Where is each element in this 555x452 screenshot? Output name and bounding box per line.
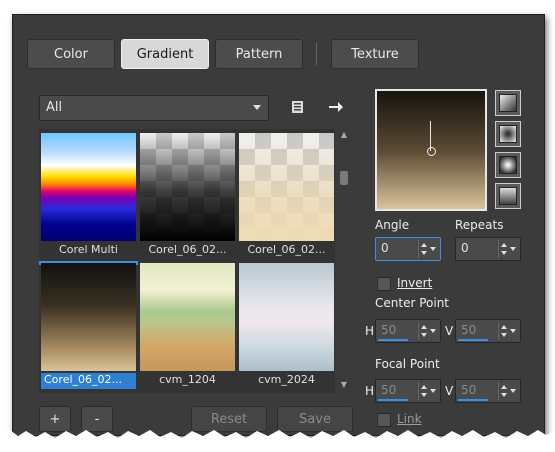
focal-point-label: Focal Point [375,357,440,371]
chevron-up-icon[interactable]: ▲ [340,131,348,139]
tab-color[interactable]: Color [27,39,115,69]
angle-up-icon[interactable] [421,243,427,247]
chevron-down-icon [253,105,261,110]
focal-v-label: V [445,384,454,398]
swatch-label: Corel_06_02... [41,373,136,389]
center-h-dropdown-icon[interactable] [430,329,436,333]
center-h-level [378,339,408,341]
repeats-down-icon[interactable] [501,251,507,255]
rectangular-style-button[interactable] [495,121,521,147]
gradient-preview[interactable] [375,89,487,211]
tab-texture[interactable]: Texture [331,39,419,69]
center-h-down-icon[interactable] [421,333,427,337]
center-v-separator [498,322,499,340]
sunburst-gradient-icon [499,187,517,205]
center-h-up-icon[interactable] [421,325,427,329]
tab-texture-label: Texture [351,46,399,62]
center-h-value: 50 [381,323,397,337]
center-v-level [458,339,488,341]
angle-input[interactable]: 0 [375,237,441,261]
linear-style-button[interactable] [495,90,521,116]
focal-v-level [458,399,488,401]
angle-label: Angle [375,218,410,232]
swatch-label: Corel_06_02... [247,243,326,256]
center-h-separator [418,322,419,340]
focal-h-separator [418,382,419,400]
swatch-preview [140,133,235,241]
center-v-input[interactable]: 50 [455,319,521,343]
center-point-label: Center Point [375,296,449,310]
center-v-up-icon[interactable] [501,325,507,329]
chevron-down-icon[interactable]: ▼ [340,381,348,389]
tab-divider [316,43,317,65]
repeats-up-icon[interactable] [501,243,507,247]
linear-gradient-icon [499,94,517,112]
angle-separator [418,240,419,258]
swatch-preview [239,133,334,241]
tab-gradient[interactable]: Gradient [121,39,209,69]
center-point-handle[interactable] [427,147,436,156]
focal-v-dropdown-icon[interactable] [510,389,516,393]
repeats-separator [498,240,499,258]
focal-h-down-icon[interactable] [421,393,427,397]
invert-checkbox[interactable] [377,277,391,291]
tab-color-label: Color [54,46,88,62]
focal-h-up-icon[interactable] [421,385,427,389]
tab-gradient-label: Gradient [136,46,194,62]
swatch-preview [239,263,334,371]
center-h-input[interactable]: 50 [375,319,441,343]
swatch-preview [41,133,136,241]
repeats-dropdown-icon[interactable] [510,247,516,251]
invert-label: Invert [397,276,433,290]
focal-h-value: 50 [381,383,397,397]
focal-h-level [378,399,408,401]
angle-dropdown-icon[interactable] [430,247,436,251]
swatch-label: Corel_06_02... [148,243,227,256]
scrollbar-thumb[interactable] [340,171,348,185]
angle-down-icon[interactable] [421,251,427,255]
swatch-scrollbar[interactable]: ▲ ▼ [338,129,350,391]
rectangular-gradient-icon [499,125,517,143]
angle-value: 0 [381,241,389,255]
repeats-value: 0 [461,241,469,255]
focal-v-input[interactable]: 50 [455,379,521,403]
swatch-preview [140,263,235,371]
category-dropdown[interactable]: All [39,95,269,121]
swatch-label: cvm_1204 [159,373,216,386]
radial-style-button[interactable] [495,152,521,178]
repeats-label: Repeats [455,218,504,232]
sunburst-style-button[interactable] [495,183,521,209]
center-v-dropdown-icon[interactable] [510,329,516,333]
focal-v-value: 50 [461,383,477,397]
category-dropdown-value: All [46,100,63,115]
swatch-label: cvm_2024 [258,373,315,386]
focal-v-separator [498,382,499,400]
radial-gradient-icon [499,156,517,174]
swatch-label: Corel Multi [59,243,118,256]
arrow-right-icon[interactable] [327,98,345,116]
torn-edge [0,430,555,452]
repeats-input[interactable]: 0 [455,237,521,261]
center-v-value: 50 [461,323,477,337]
focal-h-input[interactable]: 50 [375,379,441,403]
tab-pattern-label: Pattern [235,46,283,62]
center-v-label: V [445,324,454,338]
focal-v-up-icon[interactable] [501,385,507,389]
focal-h-dropdown-icon[interactable] [430,389,436,393]
swatch-preview [41,263,136,371]
gradient-swatch-grid: Corel Multi Corel_06_02... Corel_06_02..… [39,129,335,393]
focal-v-down-icon[interactable] [501,393,507,397]
tab-pattern[interactable]: Pattern [215,39,303,69]
focal-h-label: H [365,384,375,398]
material-properties-panel: Color Gradient Pattern Texture All Corel… [12,14,545,436]
center-h-label: H [365,324,375,338]
center-v-down-icon[interactable] [501,333,507,337]
library-icon[interactable] [289,98,307,116]
